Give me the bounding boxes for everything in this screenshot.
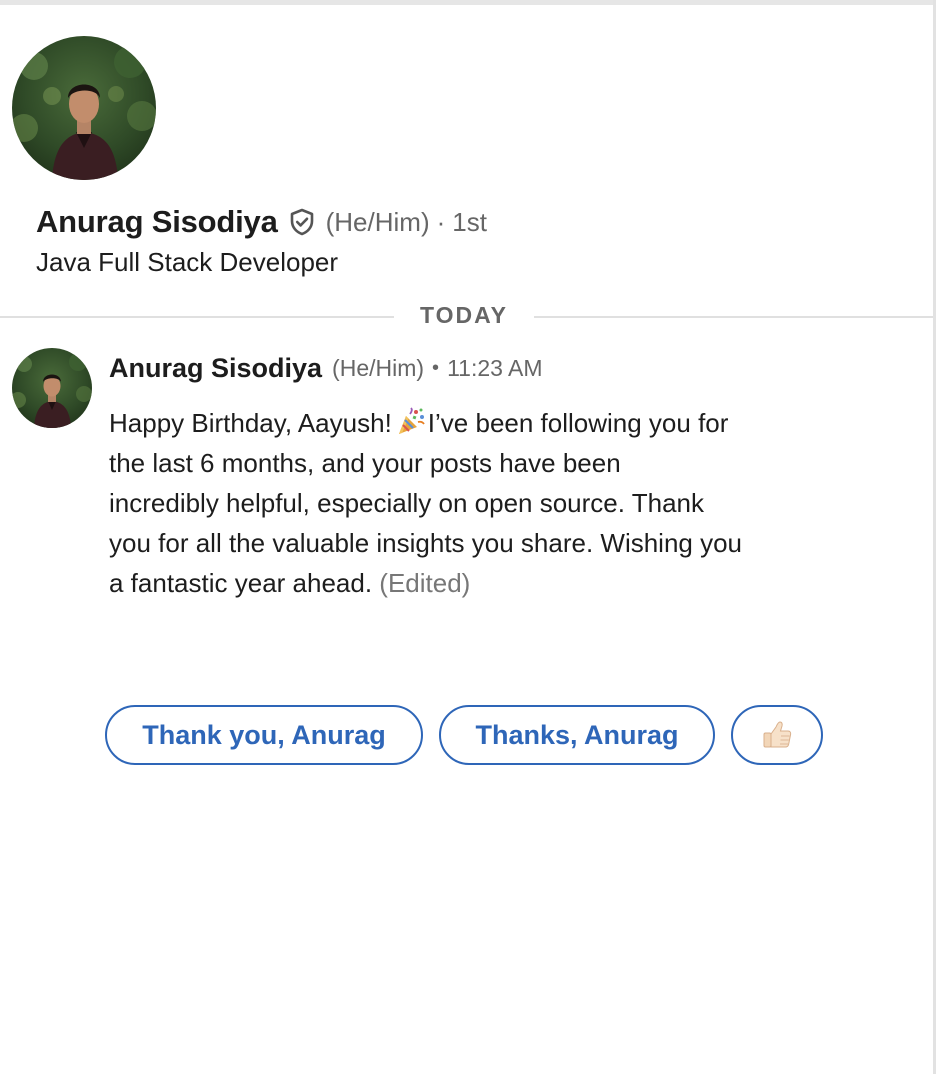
profile-avatar[interactable] bbox=[12, 36, 156, 180]
edited-label: (Edited) bbox=[379, 568, 471, 598]
message-line: incredibly helpful, especially on open s… bbox=[109, 488, 704, 518]
message-line: the last 6 months, and your posts have b… bbox=[109, 448, 621, 478]
message-sender-pronouns: (He/Him) bbox=[332, 354, 425, 381]
profile-pronouns: (He/Him) bbox=[325, 206, 430, 237]
profile-headline: Java Full Stack Developer bbox=[36, 247, 339, 277]
connection-degree: 1st bbox=[452, 206, 487, 237]
message-line: you for all the valuable insights you sh… bbox=[109, 528, 743, 558]
date-divider-right bbox=[534, 316, 933, 318]
message-text: a fantastic year ahead. bbox=[109, 568, 373, 598]
date-divider-label: TODAY bbox=[420, 302, 508, 328]
message-sender-name[interactable]: Anurag Sisodiya bbox=[109, 353, 322, 384]
message-header: Anurag Sisodiya (He/Him) • 11:23 AM bbox=[109, 348, 543, 388]
message-timestamp: 11:23 AM bbox=[447, 354, 543, 381]
thumbs-up-icon bbox=[763, 721, 792, 748]
profile-name[interactable]: Anurag Sisodiya bbox=[36, 204, 278, 240]
verified-shield-icon[interactable] bbox=[288, 208, 316, 236]
message-body: Happy Birthday, Aayush! I’ve been follow… bbox=[109, 403, 824, 603]
quick-reply-thumbs-up-button[interactable] bbox=[731, 705, 823, 765]
messaging-conversation: Anurag Sisodiya (He/Him) · 1st Java Full… bbox=[0, 0, 936, 1074]
message-text: I’ve been following you for bbox=[427, 408, 729, 438]
profile-name-row: Anurag Sisodiya (He/Him) · 1st bbox=[36, 200, 487, 244]
top-border bbox=[0, 0, 936, 5]
message-sender-avatar[interactable] bbox=[12, 348, 92, 428]
quick-reply-thank-you-button[interactable]: Thank you, Anurag bbox=[105, 705, 423, 765]
party-popper-icon bbox=[398, 407, 425, 434]
message-text: Happy Birthday, Aayush! bbox=[109, 408, 392, 438]
message-line: Happy Birthday, Aayush! I’ve been follow… bbox=[109, 403, 824, 443]
date-divider-left bbox=[0, 316, 394, 318]
message-separator: • bbox=[432, 356, 440, 379]
quick-reply-thanks-button[interactable]: Thanks, Anurag bbox=[439, 705, 715, 765]
profile-separator: · bbox=[436, 206, 446, 237]
message-line: a fantastic year ahead. (Edited) bbox=[109, 563, 824, 603]
